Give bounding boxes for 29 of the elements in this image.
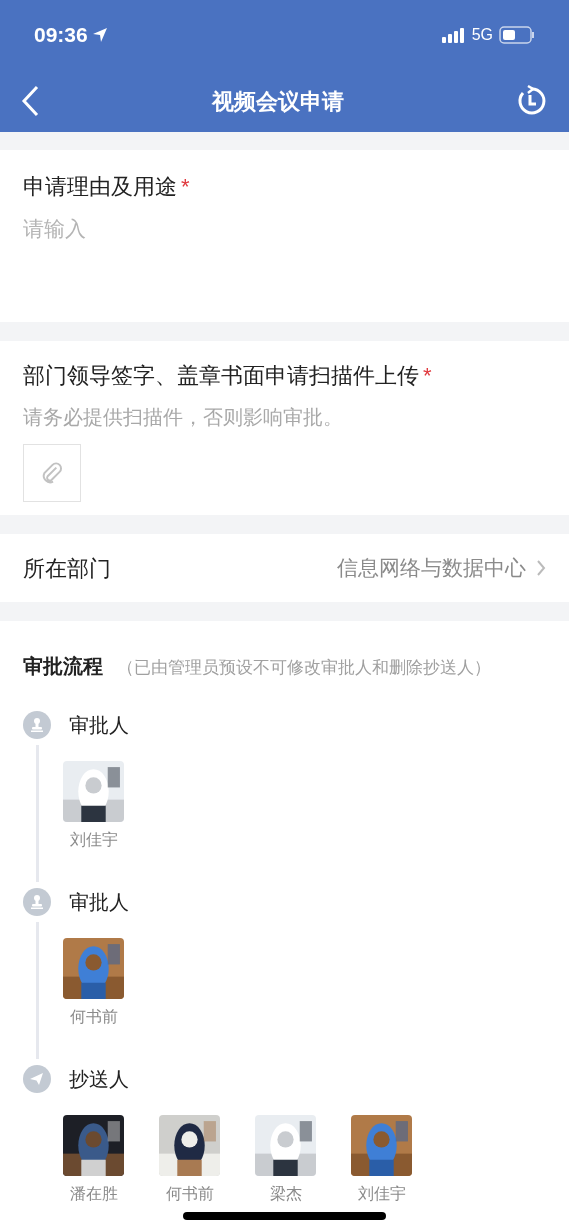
section-note: （已由管理员预设不可修改审批人和删除抄送人）: [117, 657, 491, 679]
input-field[interactable]: 请输入: [0, 203, 569, 322]
person-name: 何书前: [69, 1007, 118, 1027]
send-icon: [23, 1065, 51, 1093]
person-name: 刘佳宇: [69, 830, 118, 850]
signal-icon: [441, 27, 466, 43]
field-label: 申请理由及用途: [23, 174, 177, 199]
stamp-icon: [23, 888, 51, 916]
required-mark: *: [423, 363, 432, 388]
person-name: 潘在胜: [69, 1184, 118, 1204]
location-icon: [91, 27, 108, 43]
chevron-icon: [536, 559, 546, 577]
step-label: 审批人: [69, 890, 130, 915]
page-title: 视频会议申请: [211, 87, 344, 116]
stamp-icon: [23, 711, 51, 739]
step-label: 审批人: [69, 713, 130, 738]
person-name: 刘佳宇: [357, 1184, 406, 1204]
department-row[interactable]: 所在部门 信息网络与数据中心: [0, 534, 569, 602]
network-label: 5G: [471, 25, 493, 45]
step-label: 抄送人: [69, 1067, 130, 1092]
battery-icon: [499, 26, 535, 44]
field-label: 部门领导签字、盖章书面申请扫描件上传: [23, 363, 419, 388]
required-mark: *: [181, 174, 190, 199]
section-title: 审批流程: [23, 654, 103, 679]
back-icon[interactable]: [20, 85, 40, 117]
status-time: 09:36: [34, 22, 88, 49]
hint-text: 请务必提供扫描件，否则影响审批。: [23, 405, 344, 430]
person-name: 何书前: [165, 1184, 214, 1204]
person-name: 梁杰: [269, 1184, 302, 1204]
